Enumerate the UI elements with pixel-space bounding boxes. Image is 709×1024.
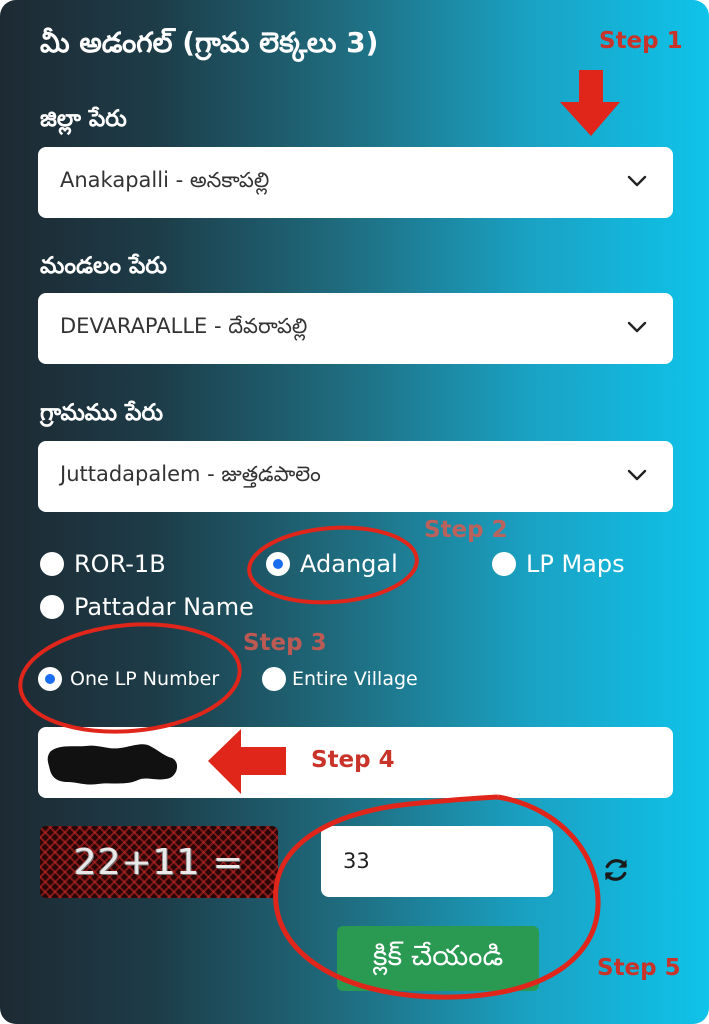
- radio-circle: [492, 552, 516, 576]
- annotation-step-4: Step 4: [311, 747, 395, 773]
- refresh-icon[interactable]: [602, 856, 630, 884]
- down-arrow-icon: [560, 70, 620, 136]
- captcha-image: 22+11 =: [40, 826, 278, 898]
- adangal-form-panel: మీ అడంగల్ (గ్రామ లెక్కలు 3) జిల్లా పేరు …: [0, 0, 709, 1024]
- radio-pattadar-name[interactable]: Pattadar Name: [40, 593, 254, 621]
- radio-circle-selected: [38, 667, 62, 691]
- radio-label: Adangal: [300, 550, 398, 578]
- redacted-value-blob: [47, 744, 178, 785]
- district-select[interactable]: Anakapalli - అనకాపల్లి: [38, 147, 673, 218]
- annotation-step-1: Step 1: [599, 28, 683, 54]
- chevron-down-icon: [627, 175, 647, 187]
- district-select-value: Anakapalli - అనకాపల్లి: [60, 167, 270, 192]
- captcha-answer-input[interactable]: 33: [321, 826, 553, 897]
- village-select[interactable]: Juttadapalem - జుత్తడపాలెం: [38, 441, 673, 512]
- submit-button[interactable]: క్లిక్ చేయండి: [337, 926, 539, 991]
- district-label: జిల్లా పేరు: [40, 106, 127, 132]
- radio-label: One LP Number: [70, 668, 220, 690]
- annotation-step-5: Step 5: [597, 955, 681, 981]
- page-title: మీ అడంగల్ (గ్రామ లెక్కలు 3): [40, 26, 379, 59]
- radio-label: Pattadar Name: [74, 593, 254, 621]
- annotation-step-3: Step 3: [243, 630, 327, 656]
- radio-label: LP Maps: [526, 550, 625, 578]
- radio-entire-village[interactable]: Entire Village: [262, 667, 418, 691]
- chevron-down-icon: [627, 469, 647, 481]
- radio-label: ROR-1B: [74, 550, 166, 578]
- village-select-value: Juttadapalem - జుత్తడపాలెం: [60, 461, 321, 486]
- radio-adangal[interactable]: Adangal: [266, 550, 398, 578]
- radio-lp-maps[interactable]: LP Maps: [492, 550, 625, 578]
- radio-circle-selected: [266, 552, 290, 576]
- mandal-select-value: DEVARAPALLE - దేవరాపల్లి: [60, 313, 308, 338]
- radio-ror-1b[interactable]: ROR-1B: [40, 550, 166, 578]
- radio-one-lp-number[interactable]: One LP Number: [38, 667, 219, 691]
- radio-circle: [40, 595, 64, 619]
- chevron-down-icon: [627, 321, 647, 333]
- annotation-step-2: Step 2: [424, 517, 508, 543]
- village-label: గ్రామము పేరు: [40, 400, 164, 426]
- mandal-select[interactable]: DEVARAPALLE - దేవరాపల్లి: [38, 293, 673, 364]
- radio-circle: [262, 667, 286, 691]
- mandal-label: మండలం పేరు: [40, 253, 167, 279]
- radio-label: Entire Village: [292, 668, 418, 690]
- radio-circle: [40, 552, 64, 576]
